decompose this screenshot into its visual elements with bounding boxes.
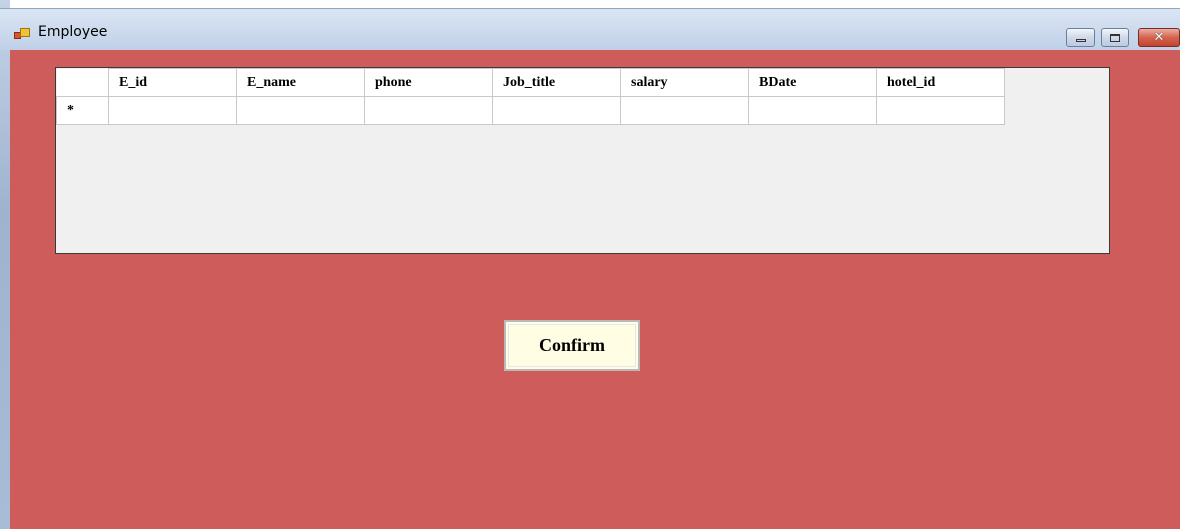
title-bar[interactable] xyxy=(0,8,1180,50)
cell-e-name[interactable] xyxy=(236,96,365,125)
employee-data-grid[interactable]: E_id E_name phone Job_title salary BDate… xyxy=(55,67,1110,254)
top-gap xyxy=(0,0,1180,8)
cell-hotel-id[interactable] xyxy=(876,96,1005,125)
column-header-e-name[interactable]: E_name xyxy=(236,68,365,97)
maximize-button[interactable] xyxy=(1101,28,1129,47)
new-row: * xyxy=(56,96,1005,125)
column-header-hotel-id[interactable]: hotel_id xyxy=(876,68,1005,97)
column-header-phone[interactable]: phone xyxy=(364,68,493,97)
cell-bdate[interactable] xyxy=(748,96,877,125)
close-button[interactable]: ✕ xyxy=(1138,28,1180,47)
cell-job-title[interactable] xyxy=(492,96,621,125)
window-title: Employee xyxy=(38,24,108,40)
column-header-e-id[interactable]: E_id xyxy=(108,68,237,97)
close-icon: ✕ xyxy=(1153,30,1165,45)
column-header-job-title[interactable]: Job_title xyxy=(492,68,621,97)
window-left-border xyxy=(0,0,10,529)
new-row-marker[interactable]: * xyxy=(56,96,109,125)
cell-salary[interactable] xyxy=(620,96,749,125)
confirm-button[interactable]: Confirm xyxy=(504,320,640,371)
form-app-icon xyxy=(14,28,30,40)
maximize-icon xyxy=(1110,33,1120,42)
minimize-icon xyxy=(1075,39,1086,42)
grid-table: E_id E_name phone Job_title salary BDate… xyxy=(56,68,1005,125)
minimize-button[interactable] xyxy=(1066,28,1095,47)
grid-corner-header[interactable] xyxy=(56,68,109,97)
column-header-bdate[interactable]: BDate xyxy=(748,68,877,97)
cell-e-id[interactable] xyxy=(108,96,237,125)
header-row: E_id E_name phone Job_title salary BDate… xyxy=(56,68,1005,97)
cell-phone[interactable] xyxy=(364,96,493,125)
employee-window: Employee ✕ E_id E_name phone Job_title s… xyxy=(0,0,1180,529)
form-client-area: E_id E_name phone Job_title salary BDate… xyxy=(10,50,1180,529)
column-header-salary[interactable]: salary xyxy=(620,68,749,97)
